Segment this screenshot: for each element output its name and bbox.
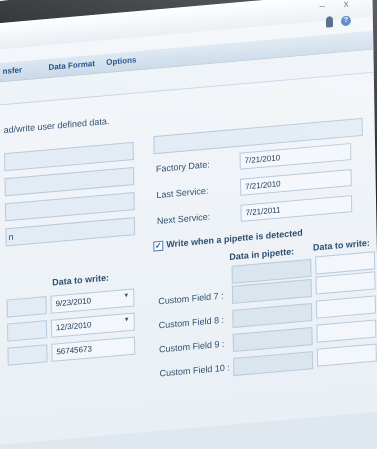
- col-data-to-write: Data to write:: [312, 237, 370, 253]
- pipette-checkbox-label: Write when a pipette is detected: [166, 227, 303, 250]
- menu-item-transfer[interactable]: nsfer: [3, 65, 23, 76]
- menu-item-options[interactable]: Options: [106, 55, 136, 67]
- left-data-to-write-header: Data to write:: [52, 272, 110, 288]
- left-write-value-3: 56745673: [56, 344, 92, 357]
- left-field-1[interactable]: [4, 141, 134, 172]
- left-field-2[interactable]: [4, 166, 135, 197]
- left-source-cell-1[interactable]: [6, 296, 47, 318]
- left-field-3[interactable]: [4, 192, 135, 222]
- left-write-cell-3[interactable]: 56745673: [51, 336, 136, 362]
- pipette-cell-8[interactable]: [232, 302, 313, 328]
- write-cell-8[interactable]: [315, 295, 377, 319]
- help-icon[interactable]: ?: [340, 15, 352, 27]
- left-source-cell-3[interactable]: [7, 344, 48, 366]
- next-service-label: Next Service:: [156, 211, 211, 227]
- next-service-field[interactable]: 7/21/2011: [240, 195, 353, 222]
- write-cell-9[interactable]: [316, 319, 377, 343]
- person-icon[interactable]: [326, 16, 334, 28]
- menu-item-data-format[interactable]: Data Format: [48, 59, 95, 72]
- pipette-cell-9[interactable]: [232, 327, 313, 353]
- left-write-cell-2[interactable]: 12/3/2010 ▼: [50, 312, 135, 338]
- dropdown-arrow-icon[interactable]: ▼: [124, 317, 130, 324]
- section-description: ad/write user defined data.: [3, 115, 110, 136]
- factory-date-label: Factory Date:: [155, 159, 210, 175]
- custom-field-9-label: Custom Field 9 :: [159, 338, 225, 355]
- col-data-in-pipette: Data in pipette:: [229, 246, 295, 263]
- left-field-4-text: n: [8, 231, 14, 243]
- dropdown-arrow-icon[interactable]: ▼: [123, 293, 129, 300]
- last-service-label: Last Service:: [156, 185, 209, 201]
- window-controls[interactable]: – x: [319, 0, 356, 12]
- custom-field-10-label: Custom Field 10 :: [159, 362, 230, 379]
- last-service-field[interactable]: 7/21/2010: [239, 169, 352, 196]
- checkbox-checked-icon[interactable]: ✓: [153, 240, 164, 252]
- left-source-cell-2[interactable]: [7, 320, 48, 342]
- write-cell-7[interactable]: [315, 271, 376, 295]
- write-cell-10[interactable]: [316, 343, 377, 367]
- left-write-value-1: 9/23/2010: [55, 296, 92, 309]
- app-window: – x ? nsfer Data Format Options ad/write…: [0, 0, 377, 449]
- toolbar-icons: ?: [326, 14, 352, 28]
- pipette-cell-10[interactable]: [233, 351, 314, 377]
- left-field-4[interactable]: n: [5, 217, 136, 247]
- factory-date-field[interactable]: 7/21/2010: [239, 142, 352, 170]
- custom-field-7-label: Custom Field 7 :: [158, 290, 224, 307]
- left-write-cell-1[interactable]: 9/23/2010 ▼: [50, 288, 135, 314]
- custom-field-8-label: Custom Field 8 :: [158, 314, 225, 331]
- left-write-value-2: 12/3/2010: [55, 320, 92, 333]
